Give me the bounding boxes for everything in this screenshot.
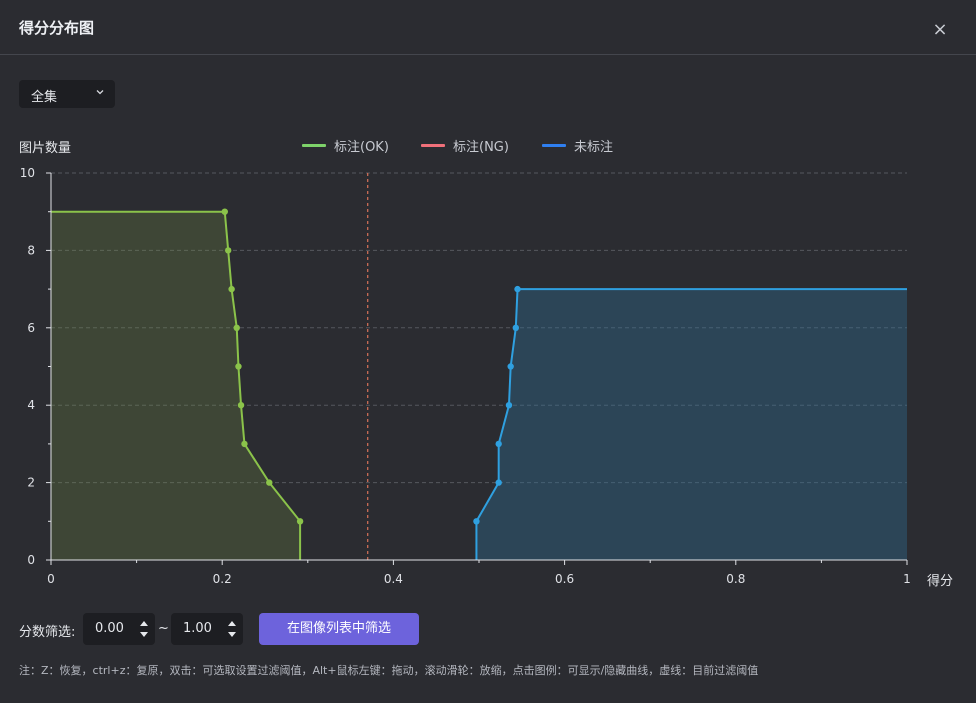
x-tick-label: 0.2 (213, 572, 232, 586)
series-area-0 (51, 211, 301, 560)
legend-label-ng: 标注(NG) (453, 140, 509, 155)
legend-label-unlabeled: 未标注 (574, 140, 614, 155)
score-distribution-chart[interactable]: 0 2 4 6 8 10 0 0.2 0.4 0.6 0.8 1 (0, 160, 976, 590)
dataset-select[interactable]: 全集 (19, 80, 115, 108)
y-tick-label: 0 (27, 553, 35, 567)
data-point (514, 285, 521, 293)
data-point (296, 518, 304, 525)
score-distribution-dialog: 得分分布图 × 全集 图片数量 标注(OK) 标注(NG) 未标注 0 2 4 6 8 1… (0, 0, 976, 703)
spin-down-icon[interactable] (226, 630, 238, 640)
spin-up-icon[interactable] (138, 618, 150, 628)
data-point (228, 285, 235, 293)
range-separator: ~ (158, 621, 169, 636)
legend-item-unlabeled[interactable]: 未标注 (542, 136, 632, 155)
data-point (224, 247, 232, 254)
data-point (495, 440, 502, 448)
legend-item-ok[interactable]: 标注(OK) (302, 136, 402, 155)
x-axis-title: 得分 (927, 574, 954, 589)
data-point (241, 440, 248, 448)
data-point (505, 402, 513, 409)
data-point (495, 479, 502, 486)
data-point (266, 479, 273, 486)
x-tick-label: 0 (47, 572, 55, 586)
data-point (221, 208, 228, 215)
dialog-header: 得分分布图 × (0, 0, 976, 55)
y-tick-label: 10 (20, 166, 35, 180)
usage-note: 注：Z：恢复，ctrl+z：复原，双击：可选取设置过滤阈值，Alt+鼠标左键：拖… (19, 664, 759, 677)
dataset-select-value: 全集 (31, 90, 58, 105)
legend-swatch-ng (421, 144, 445, 147)
data-point (237, 402, 245, 409)
spin-down-icon[interactable] (138, 630, 150, 640)
y-tick-label: 4 (27, 398, 35, 412)
y-tick-label: 6 (27, 321, 35, 335)
chevron-down-icon (96, 90, 104, 95)
x-tick-label: 1 (903, 572, 911, 586)
data-point (235, 363, 242, 370)
y-tick-label: 8 (27, 243, 35, 257)
x-tick-label: 0.6 (555, 572, 574, 586)
x-tick-label: 0.4 (384, 572, 403, 586)
legend-label-ok: 标注(OK) (334, 140, 389, 155)
score-max-spinbox[interactable]: 1.00 (171, 613, 243, 645)
legend-item-ng[interactable]: 标注(NG) (421, 136, 521, 155)
dialog-title: 得分分布图 (19, 19, 95, 37)
x-tick-label: 0.8 (726, 572, 745, 586)
score-max-value: 1.00 (183, 621, 212, 636)
y-axis-title: 图片数量 (19, 141, 72, 156)
series-area-2 (476, 289, 907, 560)
data-point (233, 324, 240, 331)
score-filter-label: 分数筛选: (19, 625, 76, 640)
legend-swatch-unlabeled (542, 144, 566, 147)
score-min-spinbox[interactable]: 0.00 (83, 613, 155, 645)
data-point (507, 363, 514, 370)
close-icon[interactable]: × (928, 18, 952, 42)
y-tick-label: 2 (27, 476, 35, 490)
score-min-value: 0.00 (95, 621, 124, 636)
filter-in-image-list-button[interactable]: 在图像列表中筛选 (259, 613, 419, 645)
data-point (512, 324, 520, 331)
data-point (473, 518, 480, 525)
legend-swatch-ok (302, 144, 326, 147)
spin-up-icon[interactable] (226, 618, 238, 628)
